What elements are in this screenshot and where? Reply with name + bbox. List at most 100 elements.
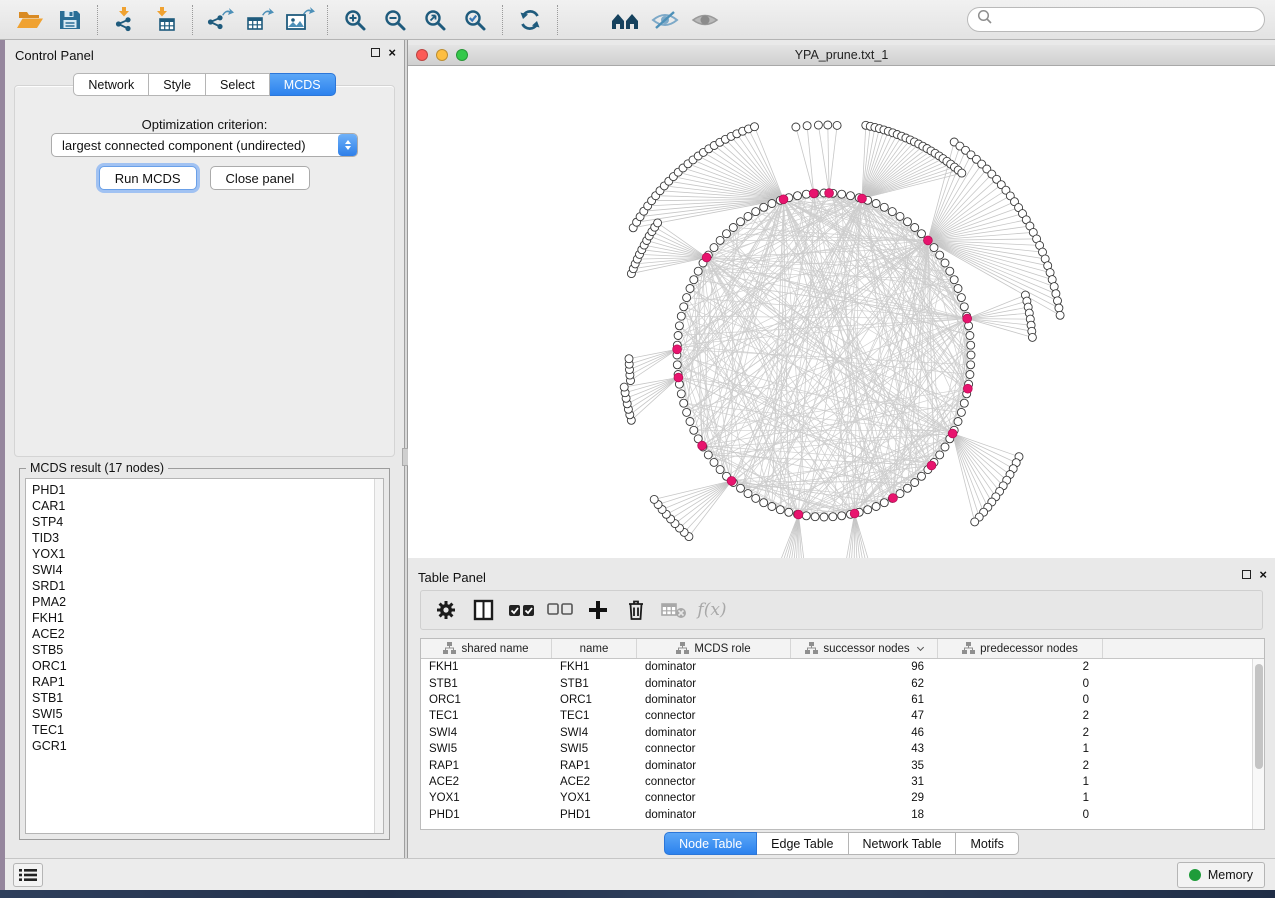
cell-shared_name: RAP1 <box>421 757 552 773</box>
float-table-panel-icon[interactable] <box>1242 570 1251 579</box>
mcds-result-item[interactable]: TEC1 <box>26 722 383 738</box>
zoom-fit-icon[interactable] <box>415 4 455 36</box>
export-image-icon[interactable] <box>280 4 320 36</box>
run-mcds-button[interactable]: Run MCDS <box>99 166 197 190</box>
import-table-icon[interactable] <box>145 4 185 36</box>
cell-predecessor_nodes: 0 <box>938 807 1103 823</box>
cell-predecessor_nodes: 1 <box>938 741 1103 757</box>
zoom-out-icon[interactable] <box>375 4 415 36</box>
close-table-panel-icon[interactable]: × <box>1259 570 1267 579</box>
network-window-titlebar[interactable]: YPA_prune.txt_1 <box>408 45 1275 66</box>
open-session-icon[interactable] <box>10 4 50 36</box>
table-scrollbar-thumb[interactable] <box>1255 664 1263 769</box>
add-column-icon[interactable] <box>579 595 617 625</box>
column-header-MCDS-role[interactable]: MCDS role <box>637 639 791 658</box>
cell-name: ACE2 <box>552 774 637 790</box>
refresh-view-icon[interactable] <box>510 4 550 36</box>
tab-network-table[interactable]: Network Table <box>849 832 957 855</box>
cell-successor_nodes: 61 <box>791 692 938 708</box>
column-header-predecessor-nodes[interactable]: predecessor nodes <box>938 639 1103 658</box>
split-panel-icon[interactable] <box>465 595 503 625</box>
first-neighbors-icon[interactable] <box>605 4 645 36</box>
mcds-list-scrollbar[interactable] <box>374 479 383 833</box>
cell-mcds_role: dominator <box>637 675 791 691</box>
tab-style[interactable]: Style <box>149 73 206 96</box>
cell-shared_name: PHD1 <box>421 807 552 823</box>
search-input[interactable] <box>993 12 1255 28</box>
float-panel-icon[interactable] <box>371 48 380 57</box>
cell-shared_name: ACE2 <box>421 774 552 790</box>
table-scrollbar[interactable] <box>1252 659 1264 829</box>
export-network-icon[interactable] <box>200 4 240 36</box>
control-panel-tabs: NetworkStyleSelectMCDS <box>5 73 404 96</box>
mcds-result-item[interactable]: RAP1 <box>26 674 383 690</box>
tab-motifs[interactable]: Motifs <box>956 832 1018 855</box>
cell-name: FKH1 <box>552 659 637 675</box>
cell-mcds_role: connector <box>637 774 791 790</box>
close-panel-button[interactable]: Close panel <box>210 166 311 190</box>
tab-edge-table[interactable]: Edge Table <box>757 832 848 855</box>
table-row[interactable]: PHD1PHD1dominator180 <box>421 807 1252 823</box>
mcds-result-item[interactable]: STP4 <box>26 514 383 530</box>
mcds-result-item[interactable]: TID3 <box>26 530 383 546</box>
mcds-result-item[interactable]: STB1 <box>26 690 383 706</box>
import-network-icon[interactable] <box>105 4 145 36</box>
table-row[interactable]: SWI5SWI5connector431 <box>421 741 1252 757</box>
cytoscape-app: Control Panel × NetworkStyleSelectMCDS O… <box>0 0 1275 898</box>
cell-predecessor_nodes: 0 <box>938 692 1103 708</box>
zoom-selected-icon[interactable] <box>455 4 495 36</box>
column-header-successor-nodes[interactable]: successor nodes <box>791 639 938 658</box>
mcds-result-item[interactable]: PHD1 <box>26 482 383 498</box>
table-row[interactable]: YOX1YOX1connector291 <box>421 790 1252 806</box>
desktop-wallpaper-bottom <box>0 890 1275 898</box>
mcds-result-item[interactable]: YOX1 <box>26 546 383 562</box>
tab-mcds[interactable]: MCDS <box>270 73 336 96</box>
table-settings-gear-icon[interactable] <box>427 595 465 625</box>
network-canvas[interactable] <box>408 66 1275 558</box>
tab-network[interactable]: Network <box>73 73 149 96</box>
mcds-result-list[interactable]: PHD1CAR1STP4TID3YOX1SWI4SRD1PMA2FKH1ACE2… <box>25 478 384 834</box>
cell-shared_name: FKH1 <box>421 659 552 675</box>
mcds-result-item[interactable]: SRD1 <box>26 578 383 594</box>
criterion-select[interactable]: largest connected component (undirected) <box>51 133 358 157</box>
delete-column-icon[interactable] <box>617 595 655 625</box>
duplicate-network-icon[interactable] <box>565 4 605 36</box>
close-panel-icon[interactable]: × <box>388 48 396 57</box>
task-history-button[interactable] <box>13 863 43 887</box>
memory-label: Memory <box>1208 868 1253 882</box>
mcds-result-item[interactable]: GCR1 <box>26 738 383 754</box>
table-row[interactable]: TEC1TEC1connector472 <box>421 708 1252 724</box>
cell-mcds_role: dominator <box>637 725 791 741</box>
mcds-result-item[interactable]: SWI4 <box>26 562 383 578</box>
mcds-result-item[interactable]: FKH1 <box>26 610 383 626</box>
hide-selected-icon[interactable] <box>645 4 685 36</box>
search-box[interactable] <box>967 7 1265 32</box>
memory-button[interactable]: Memory <box>1177 862 1265 888</box>
export-table-icon[interactable] <box>240 4 280 36</box>
zoom-in-icon[interactable] <box>335 4 375 36</box>
column-header-shared-name[interactable]: shared name <box>421 639 552 658</box>
show-all-icon[interactable] <box>685 4 725 36</box>
mcds-result-title: MCDS result (17 nodes) <box>26 461 168 475</box>
save-session-icon[interactable] <box>50 4 90 36</box>
tab-select[interactable]: Select <box>206 73 270 96</box>
table-row[interactable]: FKH1FKH1dominator962 <box>421 659 1252 675</box>
select-stepper-icon[interactable] <box>338 134 357 156</box>
table-row[interactable]: ACE2ACE2connector311 <box>421 774 1252 790</box>
select-all-rows-icon[interactable] <box>503 595 541 625</box>
mcds-result-item[interactable]: CAR1 <box>26 498 383 514</box>
table-row[interactable]: STB1STB1dominator620 <box>421 675 1252 691</box>
table-row[interactable]: SWI4SWI4dominator462 <box>421 725 1252 741</box>
mcds-result-item[interactable]: ORC1 <box>26 658 383 674</box>
table-row[interactable]: ORC1ORC1dominator610 <box>421 692 1252 708</box>
mcds-result-item[interactable]: PMA2 <box>26 594 383 610</box>
mcds-result-item[interactable]: STB5 <box>26 642 383 658</box>
deselect-all-rows-icon[interactable] <box>541 595 579 625</box>
cell-mcds_role: connector <box>637 790 791 806</box>
mcds-result-item[interactable]: SWI5 <box>26 706 383 722</box>
mcds-result-item[interactable]: ACE2 <box>26 626 383 642</box>
column-header-name[interactable]: name <box>552 639 637 658</box>
table-row[interactable]: RAP1RAP1dominator352 <box>421 757 1252 773</box>
search-icon <box>977 9 993 30</box>
tab-node-table[interactable]: Node Table <box>664 832 757 855</box>
